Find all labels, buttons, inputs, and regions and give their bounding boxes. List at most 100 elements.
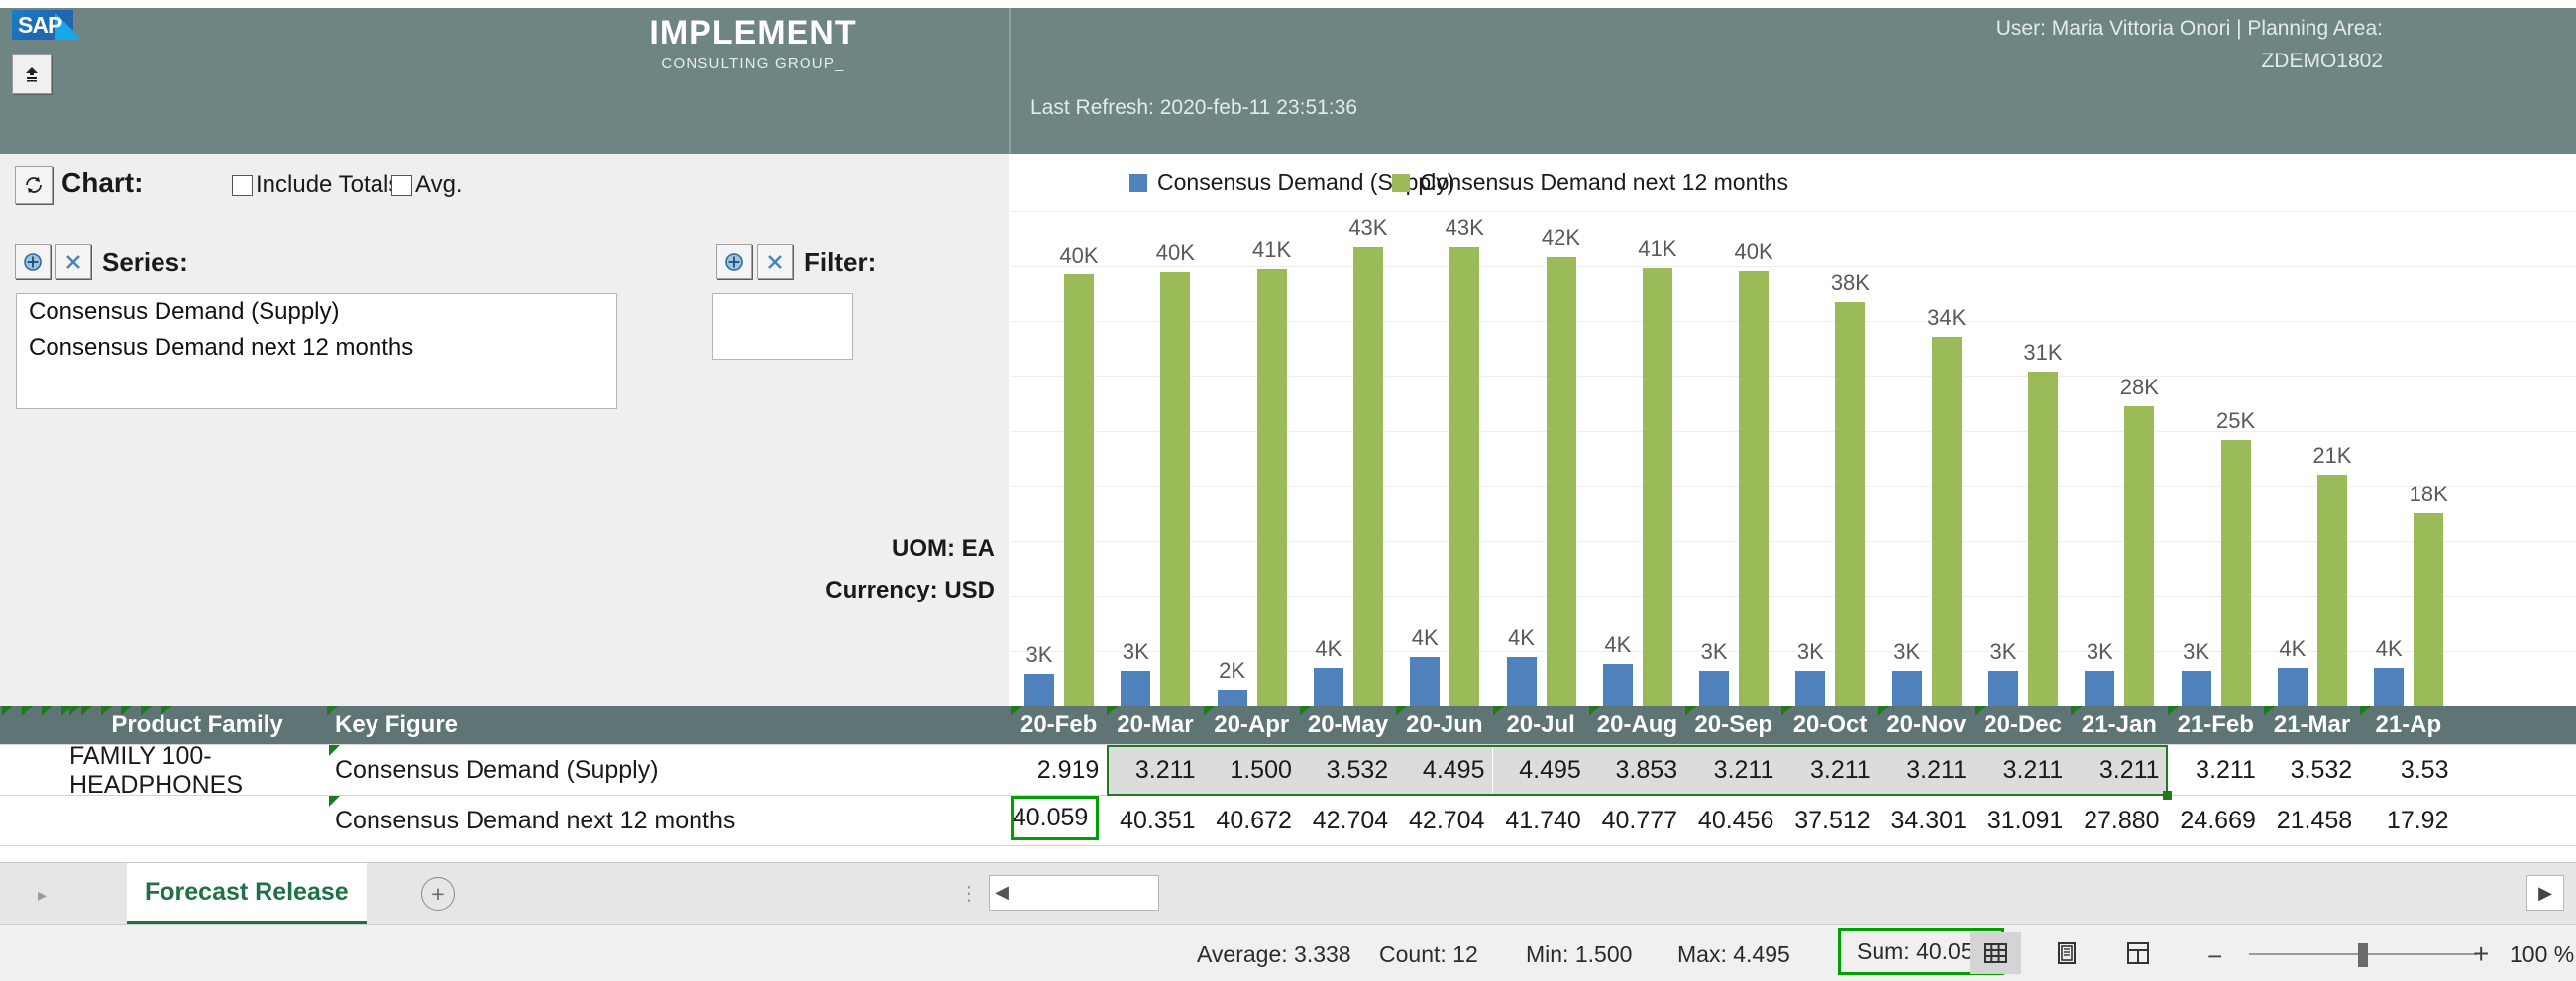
col-month-header[interactable]: 20-Feb — [1011, 706, 1108, 745]
col-month-header[interactable]: 20-Jun — [1396, 706, 1493, 745]
bar-consensus-demand-supply — [1410, 657, 1440, 706]
col-month-header[interactable]: 20-May — [1300, 706, 1397, 745]
col-month-header[interactable]: 20-Nov — [1878, 706, 1976, 745]
zoom-slider-knob[interactable] — [2358, 943, 2368, 967]
cell-corner-marker — [141, 706, 152, 716]
col-month-header[interactable]: 20-Sep — [1685, 706, 1782, 745]
table-row[interactable]: Consensus Demand next 12 months40.05940.… — [0, 796, 2576, 846]
grid-view-icon — [1981, 938, 2010, 968]
col-month-header[interactable]: 21-Jan — [2071, 706, 2168, 745]
horizontal-scrollbar[interactable]: ◀ — [989, 875, 1159, 911]
bar-consensus-demand-next-12-months — [1547, 257, 1576, 706]
col-month-header[interactable]: 20-Oct — [1781, 706, 1878, 745]
refresh-chart-button[interactable] — [15, 166, 53, 204]
cell-value[interactable]: 42.704 — [1396, 796, 1492, 846]
cell-value[interactable]: 3.853 — [1589, 745, 1685, 796]
cell-value[interactable]: 40.777 — [1589, 796, 1685, 846]
zoom-out-button[interactable]: − — [2207, 941, 2222, 972]
cell-value[interactable]: 3.532 — [2264, 745, 2360, 796]
cell-value[interactable]: 1.500 — [1204, 745, 1300, 796]
cell-corner-marker — [1975, 706, 1986, 716]
cell-value[interactable]: 3.211 — [1975, 745, 2071, 796]
cell-value[interactable]: 34.301 — [1878, 796, 1975, 846]
bar-label-next12: 18K — [2398, 482, 2459, 507]
add-sheet-button[interactable]: + — [421, 877, 455, 911]
col-month-header[interactable]: 21-Feb — [2168, 706, 2265, 745]
cell-value[interactable]: 3.211 — [1781, 745, 1878, 796]
view-page-layout-button[interactable] — [2041, 932, 2093, 974]
cell-value[interactable]: 3.211 — [2071, 745, 2167, 796]
cell-value[interactable]: 40.672 — [1204, 796, 1300, 846]
cell-value[interactable]: 3.211 — [2168, 745, 2264, 796]
cell-value[interactable]: 3.53 — [2360, 745, 2456, 796]
cell-value[interactable]: 21.458 — [2264, 796, 2360, 846]
cell-value[interactable]: 3.211 — [1107, 745, 1203, 796]
cell-value[interactable]: 3.532 — [1300, 745, 1396, 796]
cell-corner-marker — [1493, 706, 1504, 716]
tab-split-grip[interactable]: ⋮ — [959, 881, 981, 906]
cell-value[interactable]: 4.495 — [1396, 745, 1492, 796]
table-row[interactable]: FAMILY 100-HEADPHONESConsensus Demand (S… — [0, 745, 2576, 796]
add-series-button[interactable] — [15, 244, 51, 279]
bar-consensus-demand-next-12-months — [2028, 372, 2058, 706]
series-list-item[interactable]: Consensus Demand (Supply) — [17, 294, 616, 330]
series-list-item[interactable]: Consensus Demand next 12 months — [17, 330, 616, 366]
brand-subtitle: CONSULTING GROUP_ — [540, 54, 966, 74]
scroll-right-button[interactable]: ▶ — [2526, 875, 2564, 911]
cell-product-family[interactable] — [69, 796, 329, 846]
view-normal-button[interactable] — [1970, 932, 2021, 974]
sheet-tab-bar: ▸ Forecast Release + ⋮ ◀ ▶ — [0, 862, 2576, 925]
col-key-figure[interactable]: Key Figure — [327, 706, 1018, 745]
bar-label-supply: 2K — [1206, 658, 1259, 684]
col-month-header[interactable]: 20-Aug — [1589, 706, 1686, 745]
bar-consensus-demand-next-12-months — [1739, 271, 1769, 706]
filter-input[interactable] — [712, 293, 853, 360]
bar-label-supply: 3K — [1013, 642, 1066, 668]
bar-consensus-demand-supply — [2085, 671, 2114, 706]
chart-plot: 3K40K3K40K2K41K4K43K4K43K4K42K4K41K3K40K… — [1011, 211, 2576, 706]
cell-corner-marker — [101, 706, 112, 716]
selection-fill-handle[interactable] — [2163, 791, 2172, 800]
remove-series-button[interactable] — [55, 244, 91, 279]
include-totals-checkbox[interactable]: Include Totals — [232, 171, 400, 199]
col-month-header[interactable]: 20-Mar — [1107, 706, 1204, 745]
cell-value[interactable]: 2.919 — [1011, 745, 1107, 796]
cell-value[interactable]: 24.669 — [2168, 796, 2264, 846]
add-filter-button[interactable] — [716, 244, 752, 279]
cell-value[interactable]: 31.091 — [1975, 796, 2071, 846]
col-month-header[interactable]: 21-Ap — [2360, 706, 2457, 745]
bar-consensus-demand-supply — [1121, 671, 1150, 706]
cell-key-figure[interactable]: Consensus Demand (Supply) — [329, 745, 1015, 796]
cell-value[interactable]: 42.704 — [1300, 796, 1396, 846]
collapse-panel-button[interactable] — [12, 54, 52, 94]
view-page-break-button[interactable] — [2112, 932, 2164, 974]
scroll-left-icon[interactable]: ◀ — [992, 880, 1012, 904]
cell-value[interactable]: 40.351 — [1107, 796, 1203, 846]
cell-value[interactable]: 3.211 — [1878, 745, 1975, 796]
col-month-header[interactable]: 20-Dec — [1975, 706, 2072, 745]
series-list[interactable]: Consensus Demand (Supply) Consensus Dema… — [16, 293, 617, 409]
avg-checkbox[interactable]: Avg. — [391, 171, 463, 199]
zoom-in-button[interactable]: + — [2473, 938, 2489, 970]
cell-value[interactable]: 17.92 — [2360, 796, 2456, 846]
col-month-header[interactable]: 20-Apr — [1204, 706, 1301, 745]
cell-value[interactable]: 37.512 — [1781, 796, 1878, 846]
sheet-nav-right-icon[interactable]: ▸ — [38, 885, 47, 906]
cell-value[interactable]: 40.456 — [1685, 796, 1781, 846]
col-month-header[interactable]: 20-Jul — [1493, 706, 1590, 745]
cell-value[interactable]: 3.211 — [1685, 745, 1781, 796]
cell-value[interactable]: 40.059 — [1011, 796, 1099, 840]
cell-value[interactable]: 4.495 — [1493, 745, 1589, 796]
cell-value[interactable]: 41.740 — [1493, 796, 1589, 846]
bar-label-supply: 4K — [2266, 636, 2319, 662]
col-month-header[interactable]: 21-Mar — [2264, 706, 2361, 745]
bar-consensus-demand-supply — [2182, 671, 2211, 706]
sheet-tab-forecast-release[interactable]: Forecast Release — [127, 863, 367, 925]
cell-product-family[interactable]: FAMILY 100-HEADPHONES — [69, 745, 329, 796]
brand-title: IMPLEMENT — [540, 13, 966, 53]
remove-filter-button[interactable] — [757, 244, 793, 279]
planning-area-value: ZDEMO1802 — [1996, 45, 2383, 77]
cell-value[interactable]: 27.880 — [2071, 796, 2167, 846]
chart-gridline — [1011, 321, 2576, 322]
cell-key-figure[interactable]: Consensus Demand next 12 months — [329, 796, 1015, 846]
